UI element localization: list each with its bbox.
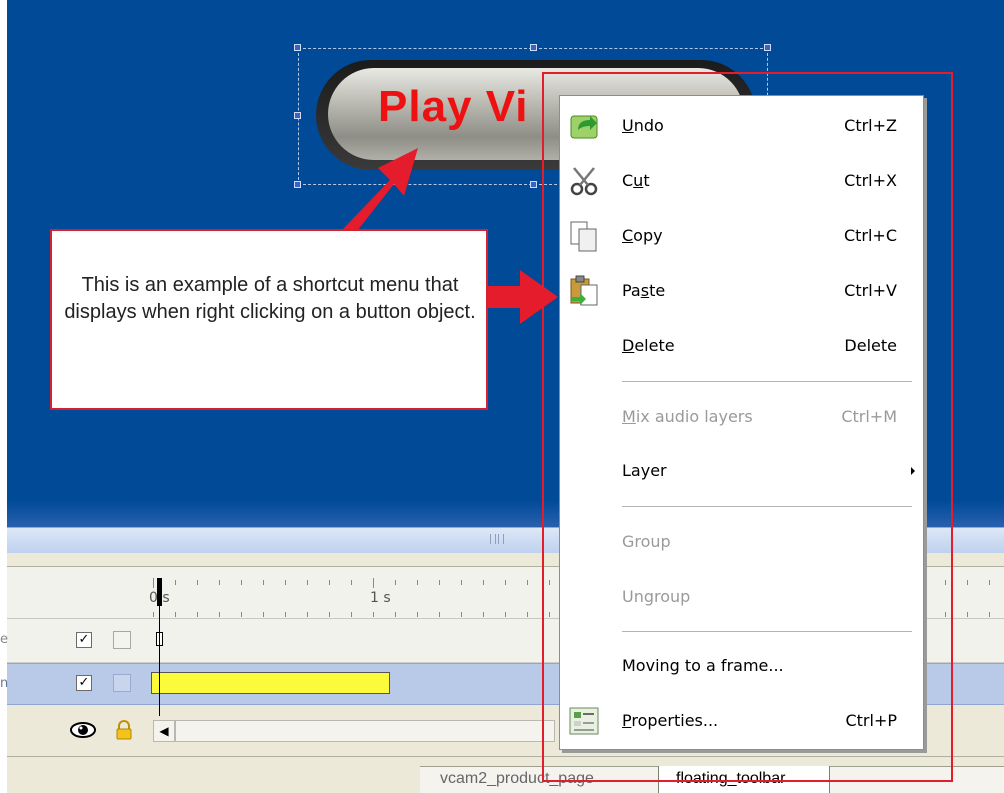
layer-name-stub: n [0,676,9,691]
lock-icon[interactable] [114,720,134,740]
ruler-tick [197,580,198,585]
ruler-tick [967,612,968,617]
ruler-tick [527,612,528,617]
ruler-tick [461,612,462,617]
ruler-tick [505,612,506,617]
ruler-tick [505,580,506,585]
ruler-tick [329,612,330,617]
arrow-to-button [340,148,418,240]
ruler-tick [351,612,352,617]
ruler-tick [989,580,990,585]
ruler-tick [197,612,198,617]
ruler-tick [329,580,330,585]
ruler-tick [285,612,286,617]
layer-visible-checkbox[interactable]: ✓ [76,675,92,691]
ruler-tick [439,580,440,585]
ruler-tick [989,612,990,617]
annotation-highlight-frame [542,72,953,782]
layer-lock-checkbox[interactable] [113,631,131,649]
ruler-tick [153,578,154,588]
ruler-tick [219,580,220,585]
screenshot-stage: Play Vi This is an example of a shortcut… [0,0,1004,793]
layer-visible-checkbox[interactable]: ✓ [76,632,92,648]
layer-name-stub: e [0,632,8,647]
ruler-tick [263,580,264,585]
splitter-grip-inner [495,534,499,544]
ruler-tick [395,580,396,585]
ruler-tick [395,612,396,617]
eye-icon[interactable] [70,721,96,739]
playhead-line [159,606,160,716]
ruler-tick [285,580,286,585]
ruler-tick [153,612,154,617]
ruler-tick [417,612,418,617]
annotation-callout-text: This is an example of a shortcut menu th… [64,274,476,323]
ruler-tick [175,580,176,585]
timeline-horizontal-scrollbar[interactable] [175,720,555,742]
ruler-tick [461,580,462,585]
ruler-tick [307,580,308,585]
ruler-tick [417,580,418,585]
ruler-tick [967,580,968,585]
ruler-tick [241,580,242,585]
timeline-object-bar[interactable] [151,672,390,694]
scroll-left-button[interactable]: ◀ [153,720,175,742]
ruler-tick [307,612,308,617]
ruler-tick [483,612,484,617]
ruler-tick [263,612,264,617]
ruler-tick [483,580,484,585]
ruler-tick [439,612,440,617]
ruler-tick [527,580,528,585]
layer-lock-checkbox[interactable] [113,674,131,692]
ruler-tick [219,612,220,617]
ruler-tick [175,612,176,617]
playhead-handle[interactable] [157,578,162,606]
ruler-label-1s: 1 s [370,590,391,606]
ruler-tick [373,612,374,617]
ruler-tick [351,580,352,585]
ruler-tick [373,578,374,588]
ruler-tick [241,612,242,617]
